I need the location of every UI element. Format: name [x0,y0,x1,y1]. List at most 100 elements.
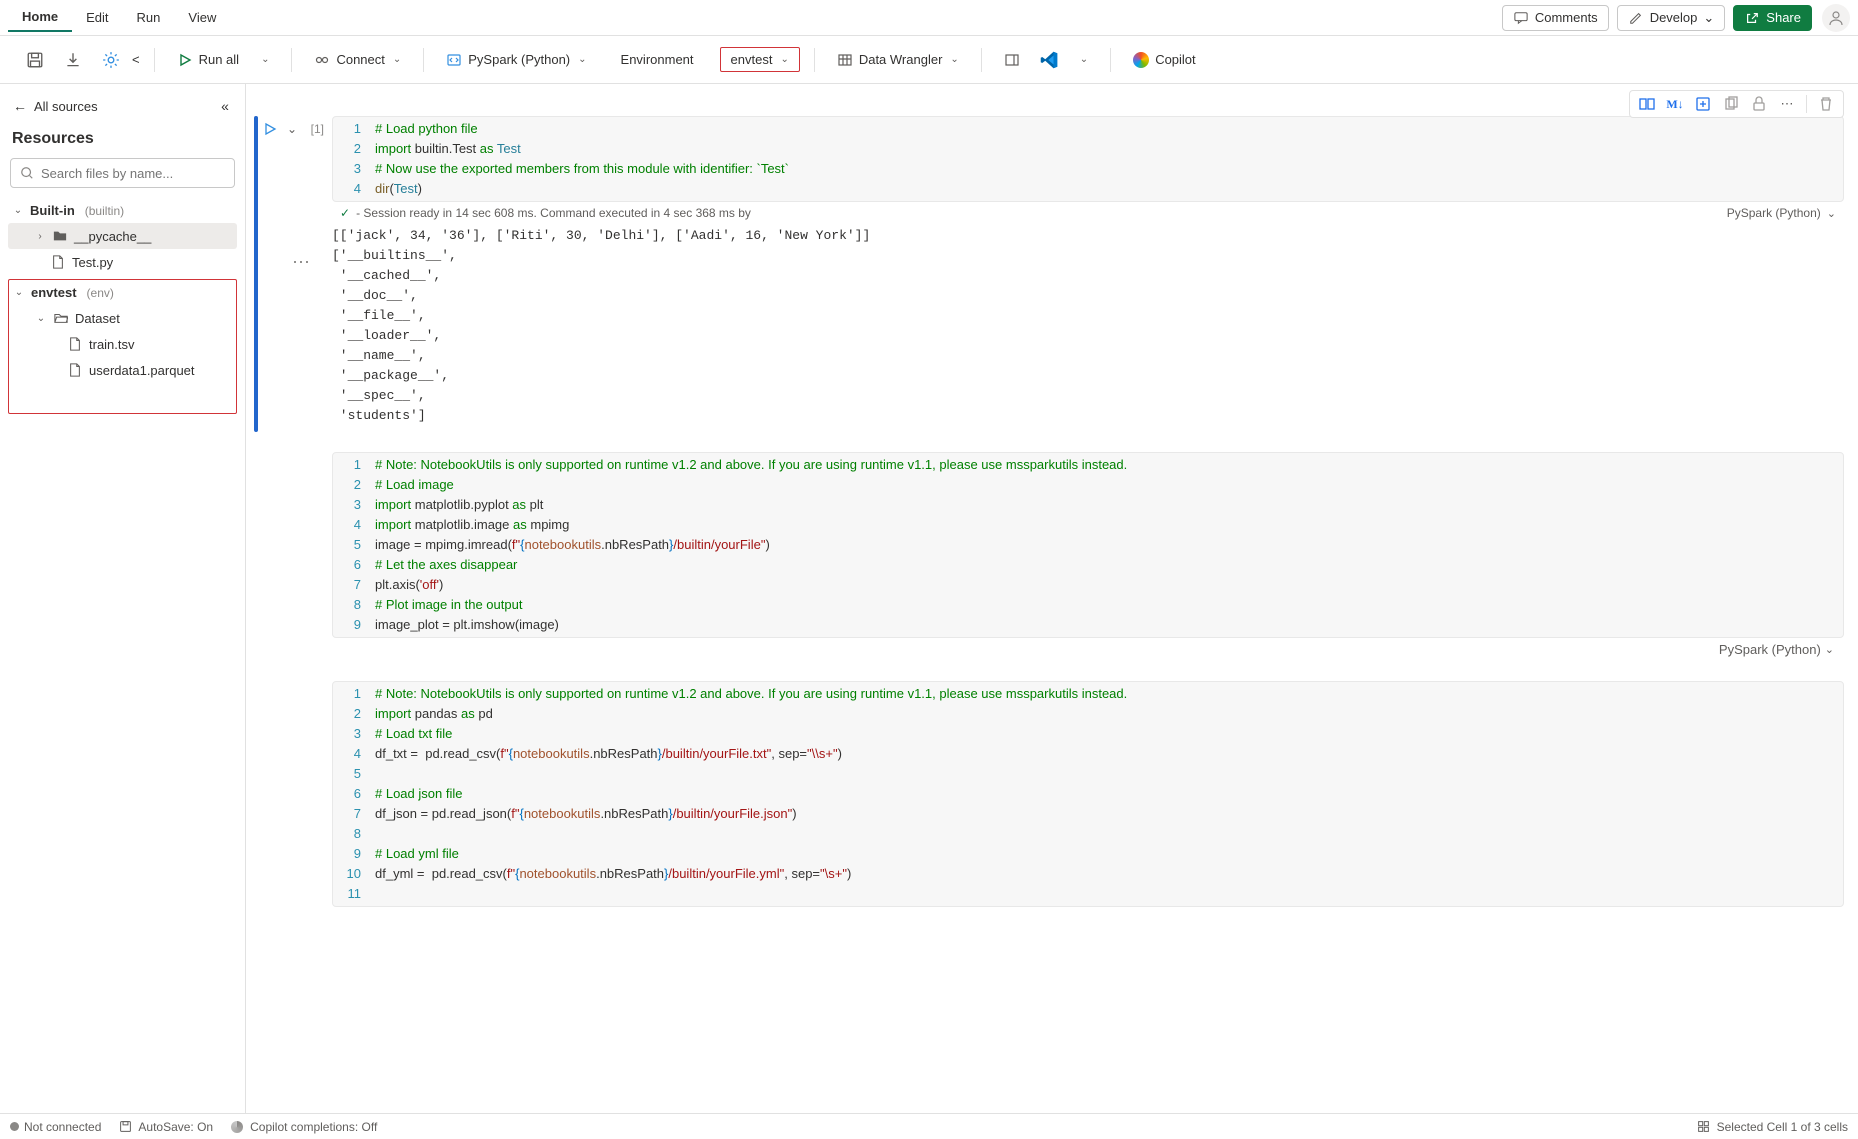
pyspark-icon [446,52,462,68]
develop-label: Develop [1650,10,1698,25]
develop-button[interactable]: Develop ⌄ [1617,5,1726,31]
chevron-down-icon: ⌄ [13,287,25,298]
layout-button[interactable] [996,47,1028,73]
resources-sidebar: ← All sources « Resources ⌄ Built-in (bu… [0,84,246,1113]
data-wrangler-button[interactable]: Data Wrangler ⌄ [829,47,967,73]
chevron-down-icon: ⌄ [1703,10,1714,26]
chevron-down-icon: ⌄ [261,54,269,65]
tree-userdata-file[interactable]: userdata1.parquet [9,357,236,383]
save-icon [117,1119,133,1135]
kernel-label[interactable]: PySpark (Python) [1727,206,1821,220]
chevron-down-icon: ⌄ [950,54,958,65]
chevron-down-icon: ⌄ [780,54,788,65]
search-icon [19,165,35,181]
tree-dataset-folder[interactable]: ⌄ Dataset [9,305,236,331]
lock-cell-icon[interactable] [1750,95,1768,113]
copilot-icon [1133,52,1149,68]
tree-train-file[interactable]: train.tsv [9,331,236,357]
status-bar: Not connected AutoSave: On Copilot compl… [0,1113,1858,1139]
pyspark-dropdown[interactable]: PySpark (Python) ⌄ [438,47,594,73]
tree-builtin-folder[interactable]: ⌄ Built-in (builtin) [8,198,237,223]
file-icon [50,254,66,270]
chevron-down-icon[interactable]: ⌄ [1827,207,1836,220]
data-wrangler-label: Data Wrangler [859,52,943,67]
run-all-chevron[interactable]: ⌄ [251,49,277,70]
back-label: All sources [34,99,98,114]
folder-open-icon [53,310,69,326]
cell-prompt: [1] [302,116,332,432]
kernel-label[interactable]: PySpark (Python) [1719,642,1821,657]
output-menu-icon[interactable]: ⋯ [292,252,310,273]
download-button[interactable] [56,46,90,74]
search-container [10,158,235,188]
resources-title: Resources [12,130,233,148]
tab-view[interactable]: View [174,4,230,31]
pencil-icon [1628,10,1644,26]
user-avatar[interactable] [1822,4,1850,32]
connection-status[interactable]: Not connected [10,1120,101,1134]
vscode-button[interactable] [1032,46,1066,74]
copilot-status[interactable]: Copilot completions: Off [229,1119,377,1135]
pyspark-label: PySpark (Python) [468,52,570,67]
cell-kernel-bar: PySpark (Python) ⌄ [332,638,1844,661]
selected-cell-status[interactable]: Selected Cell 1 of 3 cells [1696,1119,1848,1135]
collapse-sidebar-icon[interactable]: « [217,98,233,114]
code-editor[interactable]: 1# Note: NotebookUtils is only supported… [332,452,1844,638]
envtest-dropdown[interactable]: envtest ⌄ [720,47,800,72]
chevron-down-icon: ⌄ [12,205,24,216]
file-icon [67,336,83,352]
chevron-right-icon: › [34,231,46,242]
code-editor[interactable]: 1# Load python file 2import builtin.Test… [332,116,1844,202]
run-cell-button[interactable] [263,122,277,136]
search-input[interactable] [41,166,226,181]
tree-envtest-folder[interactable]: ⌄ envtest (env) [9,280,236,305]
tree-train-label: train.tsv [89,337,135,352]
comments-button[interactable]: Comments [1502,5,1609,31]
cell-output: [['jack', 34, '36'], ['Riti', 30, 'Delhi… [332,224,870,432]
chevron-down-icon[interactable]: ⌄ [1825,643,1834,656]
tree-pycache-label: __pycache__ [74,229,151,244]
copilot-icon [229,1119,245,1135]
tree-dataset-label: Dataset [75,311,120,326]
notebook-area: M↓ ⋯ ⌄ [1] 1# Load python file 2import b… [246,84,1858,1113]
convert-markdown-icon[interactable]: M↓ [1666,95,1684,113]
comment-icon [1513,10,1529,26]
back-all-sources[interactable]: ← All sources « [8,92,237,120]
tab-edit[interactable]: Edit [72,4,122,31]
copy-cell-icon[interactable] [1722,95,1740,113]
more-actions-icon[interactable]: ⋯ [1778,95,1796,113]
toolbar: < Run all ⌄ Connect ⌄ PySpark (Python) ⌄… [0,36,1858,84]
file-icon [67,362,83,378]
delete-cell-icon[interactable] [1817,95,1835,113]
copilot-button[interactable]: Copilot [1125,47,1203,73]
connect-icon [314,52,330,68]
chevron-down-icon: ⌄ [578,54,586,65]
connect-button[interactable]: Connect ⌄ [306,47,409,73]
settings-button[interactable] [94,46,128,74]
code-cell-1: ⌄ [1] 1# Load python file 2import builti… [254,116,1844,432]
check-icon: ✓ [340,206,350,220]
share-button[interactable]: Share [1733,5,1812,31]
tree-testpy-label: Test.py [72,255,113,270]
tab-home[interactable]: Home [8,3,72,32]
status-text: - Session ready in 14 sec 608 ms. Comman… [356,206,751,220]
save-button[interactable] [18,46,52,74]
vscode-chevron[interactable]: ⌄ [1070,49,1096,70]
envtest-label: envtest [731,52,773,67]
run-cell-chevron[interactable]: ⌄ [287,122,297,136]
tree-testpy-file[interactable]: Test.py [8,249,237,275]
tree-pycache-folder[interactable]: › __pycache__ [8,223,237,249]
autosave-status[interactable]: AutoSave: On [117,1119,213,1135]
code-editor[interactable]: 1# Note: NotebookUtils is only supported… [332,681,1844,907]
cell-grid-icon [1696,1119,1712,1135]
envtest-highlight-box: ⌄ envtest (env) ⌄ Dataset train.tsv user… [8,279,237,414]
run-all-label: Run all [199,52,239,67]
toggle-parameter-icon[interactable] [1638,95,1656,113]
code-cell-2: 1# Note: NotebookUtils is only supported… [254,452,1844,661]
run-all-button[interactable]: Run all [169,47,247,73]
tab-run[interactable]: Run [123,4,175,31]
insert-snippet-icon[interactable] [1694,95,1712,113]
notebook-cell-toolbar: M↓ ⋯ [1629,90,1844,118]
chevron-down-icon: ⌄ [35,313,47,324]
play-icon [177,52,193,68]
